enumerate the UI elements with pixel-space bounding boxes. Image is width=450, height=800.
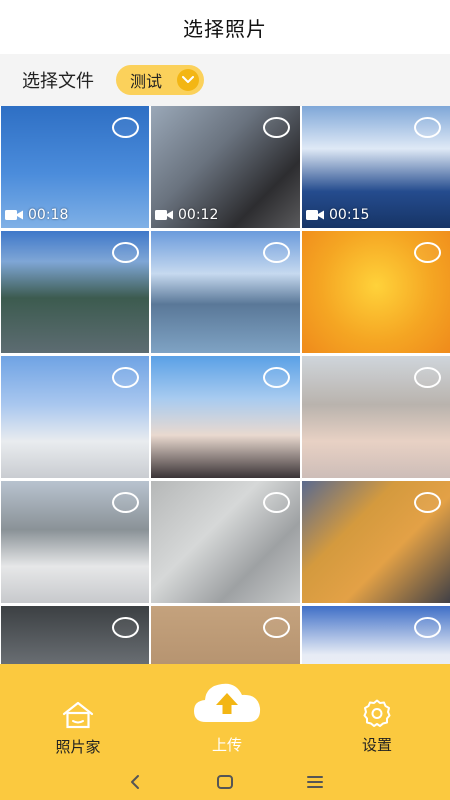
select-circle-icon[interactable] (263, 242, 290, 263)
media-thumbnail[interactable] (151, 606, 300, 664)
media-thumbnail[interactable] (1, 481, 149, 603)
media-thumbnail[interactable] (1, 231, 149, 353)
select-circle-icon[interactable] (263, 492, 290, 513)
title-bar: 选择照片 (0, 0, 450, 54)
nav-item-settings[interactable]: 设置 (340, 664, 414, 763)
file-selector-bar: 选择文件 测试 (0, 54, 450, 106)
photo-grid: 00:18 00:12 00:15 (0, 106, 450, 664)
media-thumbnail[interactable] (302, 231, 450, 353)
page-title: 选择照片 (183, 16, 267, 41)
select-circle-icon[interactable] (112, 117, 139, 138)
select-circle-icon[interactable] (112, 367, 139, 388)
select-circle-icon[interactable] (263, 617, 290, 638)
select-circle-icon[interactable] (414, 117, 441, 138)
select-circle-icon[interactable] (112, 617, 139, 638)
media-thumbnail[interactable]: 00:12 (151, 106, 300, 228)
media-thumbnail[interactable] (151, 481, 300, 603)
square-home-icon[interactable] (214, 771, 236, 793)
file-select-label: 选择文件 (22, 71, 94, 92)
select-circle-icon[interactable] (414, 242, 441, 263)
select-circle-icon[interactable] (112, 242, 139, 263)
media-thumbnail[interactable] (151, 231, 300, 353)
video-duration: 00:12 (155, 207, 218, 223)
system-nav-bar (0, 763, 450, 800)
video-duration: 00:15 (306, 207, 369, 223)
video-camera-icon (155, 210, 173, 220)
house-icon (62, 701, 94, 729)
video-camera-icon (5, 210, 23, 220)
select-circle-icon[interactable] (112, 492, 139, 513)
media-thumbnail[interactable] (302, 481, 450, 603)
select-circle-icon[interactable] (263, 367, 290, 388)
album-dropdown[interactable]: 测试 (116, 65, 204, 95)
gear-icon (363, 699, 391, 727)
back-chevron-icon[interactable] (124, 771, 146, 793)
video-camera-icon (306, 210, 324, 220)
nav-label-settings: 设置 (361, 736, 392, 754)
media-thumbnail[interactable] (151, 356, 300, 478)
nav-label-upload: 上传 (211, 736, 242, 754)
album-dropdown-label: 测试 (130, 72, 163, 91)
media-thumbnail[interactable] (302, 606, 450, 664)
media-thumbnail[interactable] (1, 606, 149, 664)
media-thumbnail[interactable]: 00:18 (1, 106, 149, 228)
media-thumbnail[interactable] (1, 356, 149, 478)
video-duration-text: 00:12 (178, 207, 219, 223)
media-thumbnail[interactable]: 00:15 (302, 106, 450, 228)
chevron-down-icon (177, 69, 199, 91)
menu-lines-icon[interactable] (304, 771, 326, 793)
nav-item-upload[interactable]: 上传 (188, 664, 266, 763)
video-duration-text: 00:15 (329, 207, 370, 223)
select-circle-icon[interactable] (414, 367, 441, 388)
cloud-upload-icon (194, 683, 261, 722)
media-thumbnail[interactable] (302, 356, 450, 478)
nav-item-home[interactable]: 照片家 (38, 664, 118, 763)
bottom-nav: 照片家 上传 设置 (0, 664, 450, 763)
nav-label-home: 照片家 (55, 738, 101, 756)
select-circle-icon[interactable] (414, 617, 441, 638)
video-duration-text: 00:18 (28, 207, 69, 223)
video-duration: 00:18 (5, 207, 68, 223)
select-circle-icon[interactable] (263, 117, 290, 138)
select-circle-icon[interactable] (414, 492, 441, 513)
